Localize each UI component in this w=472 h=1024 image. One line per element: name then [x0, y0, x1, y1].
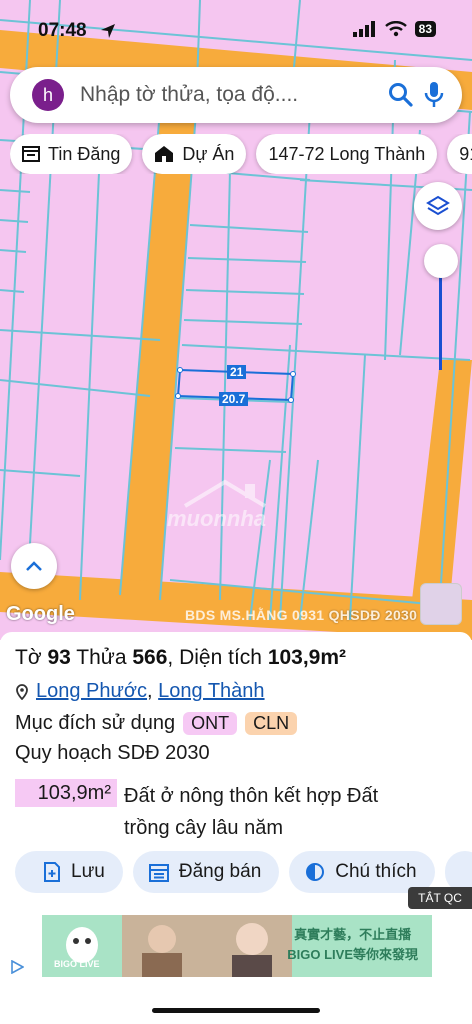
adchoices-icon[interactable]: [10, 960, 24, 974]
district-link[interactable]: Long Thành: [158, 680, 264, 702]
map-credit: BDS MS.HẰNG 0931 QHSDĐ 2030: [185, 607, 417, 623]
wifi-icon: [384, 21, 407, 37]
plan-area-badge: 103,9m²: [15, 779, 117, 807]
save-button[interactable]: Lưu: [15, 851, 123, 893]
location-row: Long Phước, Long Thành: [16, 680, 265, 703]
contrast-icon: [306, 863, 325, 881]
tag-ont: ONT: [183, 712, 238, 735]
close-ad-button[interactable]: TẮT QC: [408, 887, 472, 909]
microphone-icon[interactable]: [424, 81, 444, 109]
calendar-icon: [148, 864, 169, 882]
post-sale-label: Đăng bán: [178, 861, 262, 882]
purpose-row: Mục đích sử dụng ONT CLN: [15, 712, 298, 735]
ad-text: 真實才藝，不止直播 BIGO LIVE等你來發現: [287, 925, 418, 965]
purpose-label: Mục đích sử dụng: [15, 712, 176, 734]
search-icon[interactable]: [388, 82, 414, 108]
ward-link[interactable]: Long Phước: [36, 680, 147, 702]
bookmark-add-icon: [44, 862, 60, 882]
chip-label: Tin Đăng: [48, 143, 121, 164]
post-sale-button[interactable]: Đăng bán: [132, 851, 280, 893]
area-value: 103,9m²: [267, 646, 347, 669]
watermark: muonnha: [165, 476, 305, 540]
search-bar[interactable]: h Nhập tờ thửa, tọa độ....: [10, 67, 462, 123]
watermark-text: muonnha: [167, 506, 266, 531]
plan-description: Đất ở nông thôn kết hợp Đất trồng cây lâ…: [124, 785, 379, 839]
sheet-number: 93: [47, 646, 71, 669]
action-bar: Lưu Đăng bán Chú thích: [15, 851, 472, 893]
listing-icon: [22, 146, 40, 162]
credit-text: BDS MS.HẰNG 0931: [185, 607, 325, 623]
sheet-prefix: Tờ: [15, 646, 42, 669]
save-label: Lưu: [71, 861, 105, 882]
chip-tin-dang[interactable]: Tin Đăng: [10, 134, 133, 174]
project-icon: [155, 146, 174, 162]
status-indicators: 83: [352, 21, 436, 37]
chip-label: 91: [459, 143, 472, 164]
google-logo: Google: [6, 603, 75, 625]
ad-text-line-2: BIGO LIVE等你來發現: [287, 947, 418, 962]
lot-number: 566: [132, 646, 168, 669]
location-pin-icon: [16, 683, 28, 700]
chip-more[interactable]: 91: [447, 134, 472, 174]
ad-brand: BIGO LIVE: [54, 959, 100, 969]
layers-button[interactable]: [414, 182, 462, 230]
status-bar: 07:48 83: [0, 0, 472, 58]
dimension-label-top: 21: [227, 365, 247, 379]
opacity-slider-track[interactable]: [439, 262, 442, 370]
location-arrow-icon: [101, 24, 115, 38]
cellular-signal-icon: [352, 21, 375, 37]
lot-prefix: Thửa: [76, 646, 127, 669]
home-indicator[interactable]: [152, 1008, 320, 1013]
chip-label: Dự Án: [182, 143, 235, 164]
chip-location[interactable]: 147-72 Long Thành: [256, 134, 438, 174]
search-input[interactable]: Nhập tờ thửa, tọa độ....: [80, 83, 388, 107]
chip-du-an[interactable]: Dự Án: [142, 134, 247, 174]
avatar[interactable]: h: [32, 79, 64, 111]
opacity-slider-knob[interactable]: [424, 244, 458, 278]
dimension-label-bottom: 20.7: [219, 392, 249, 406]
location-separator: ,: [147, 680, 153, 702]
map-thumbnail[interactable]: [420, 583, 462, 625]
tag-cln: CLN: [245, 712, 298, 735]
parcel-title: Tờ 93 Thửa 566, Diện tích 103,9m²: [15, 646, 346, 670]
layers-icon: [426, 195, 450, 216]
ad-text-line-1: 真實才藝，不止直播: [294, 927, 412, 942]
area-label: , Diện tích: [167, 646, 262, 669]
filter-chips: Tin Đăng Dự Án 147-72 Long Thành 91: [10, 134, 472, 174]
ad-image-icon: [122, 915, 292, 977]
plan-heading: Quy hoạch SDĐ 2030: [15, 742, 210, 764]
ad-banner[interactable]: BIGO LIVE 真實才藝，不止直播 BIGO LIVE等你來發現: [42, 915, 432, 977]
expand-up-button[interactable]: [11, 543, 57, 589]
credit-plan: QHSDĐ 2030: [328, 607, 418, 623]
legend-label: Chú thích: [335, 861, 417, 882]
battery-indicator: 83: [414, 21, 436, 37]
chevron-up-icon: [26, 561, 42, 571]
map-view[interactable]: 21 20.7 muonnha 07:48 83 h Nhập tờ thửa,…: [0, 0, 472, 640]
chip-label: 147-72 Long Thành: [268, 143, 426, 164]
status-time: 07:48: [38, 20, 87, 41]
